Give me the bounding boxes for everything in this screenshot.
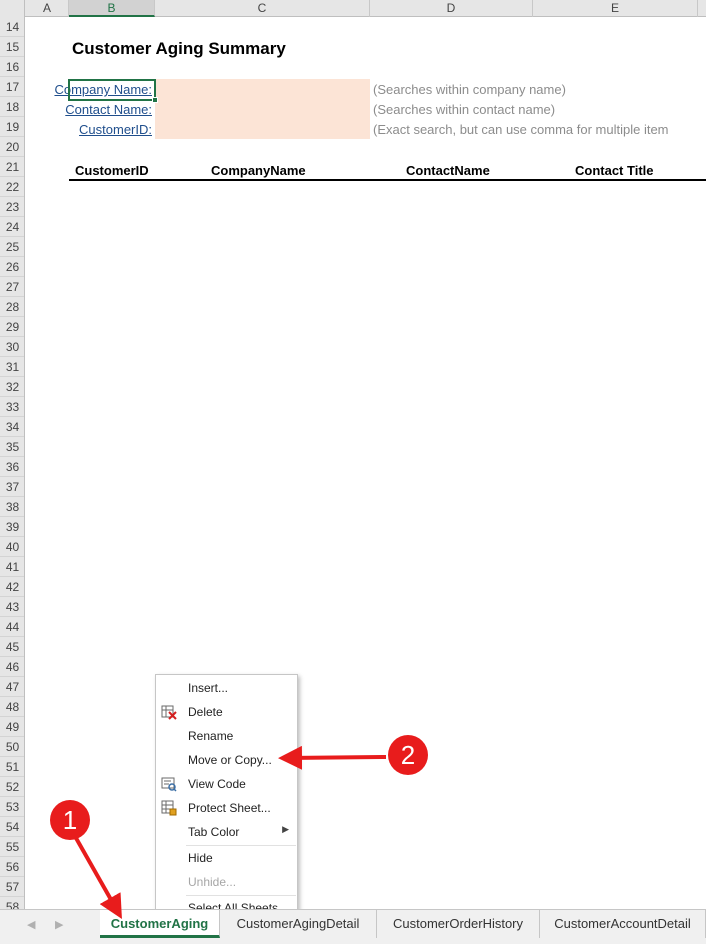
callout-arrow-1 (74, 837, 122, 919)
callout-arrow-2 (278, 745, 387, 770)
callout-badge-2: 2 (388, 735, 428, 775)
callout-arrows (74, 745, 387, 919)
callout-badge-1: 1 (50, 800, 90, 840)
